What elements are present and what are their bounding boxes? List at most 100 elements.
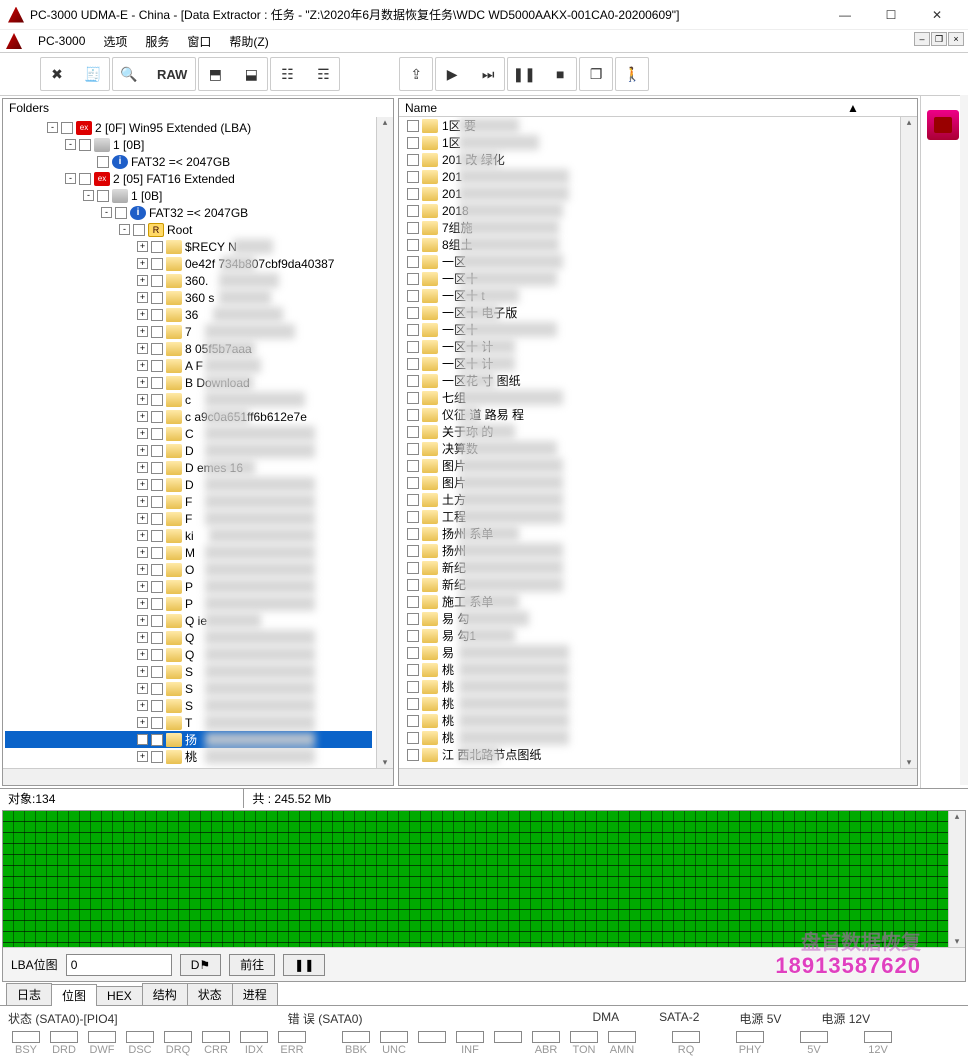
file-row[interactable]: 七组: [399, 389, 900, 406]
file-row[interactable]: 桃: [399, 661, 900, 678]
expand-toggle[interactable]: +: [137, 513, 148, 524]
file-checkbox[interactable]: [407, 647, 419, 659]
file-row[interactable]: 决算数: [399, 440, 900, 457]
tree-node[interactable]: +c a9c0a651ff6b612e7e: [5, 408, 372, 425]
expand-toggle[interactable]: -: [65, 173, 76, 184]
file-row[interactable]: 一区十 计: [399, 355, 900, 372]
menu-window[interactable]: 窗口: [179, 31, 219, 52]
file-checkbox[interactable]: [407, 749, 419, 761]
file-checkbox[interactable]: [407, 562, 419, 574]
db-icon-1[interactable]: ⬒: [203, 62, 227, 86]
expand-toggle[interactable]: +: [137, 394, 148, 405]
file-row[interactable]: 一区十 t: [399, 287, 900, 304]
tree-checkbox[interactable]: [151, 513, 163, 525]
file-row[interactable]: 201: [399, 168, 900, 185]
file-checkbox[interactable]: [407, 545, 419, 557]
expand-toggle[interactable]: +: [137, 666, 148, 677]
tree-checkbox[interactable]: [151, 377, 163, 389]
tree-node[interactable]: +ki: [5, 527, 372, 544]
copy-icon[interactable]: ❐: [584, 62, 608, 86]
file-checkbox[interactable]: [407, 715, 419, 727]
file-checkbox[interactable]: [407, 375, 419, 387]
file-checkbox[interactable]: [407, 324, 419, 336]
report-icon[interactable]: 🧾: [81, 62, 105, 86]
file-row[interactable]: 一区: [399, 253, 900, 270]
file-checkbox[interactable]: [407, 494, 419, 506]
file-row[interactable]: 仪征 道 路易 程: [399, 406, 900, 423]
tree-node[interactable]: -iFAT32 =< 2047GB: [5, 204, 372, 221]
pause-icon[interactable]: ❚❚: [512, 62, 536, 86]
file-row[interactable]: 桃: [399, 712, 900, 729]
expand-toggle[interactable]: +: [137, 258, 148, 269]
file-row[interactable]: 易 勾: [399, 610, 900, 627]
file-row[interactable]: 201: [399, 185, 900, 202]
file-checkbox[interactable]: [407, 477, 419, 489]
expand-toggle[interactable]: +: [137, 343, 148, 354]
file-checkbox[interactable]: [407, 171, 419, 183]
expand-toggle[interactable]: +: [137, 683, 148, 694]
file-checkbox[interactable]: [407, 596, 419, 608]
file-row[interactable]: 扬州 系单: [399, 525, 900, 542]
file-checkbox[interactable]: [407, 630, 419, 642]
expand-toggle[interactable]: +: [137, 462, 148, 473]
folder-tree[interactable]: -ex2 [0F] Win95 Extended (LBA)-1 [0B]iFA…: [3, 117, 376, 768]
tree-node[interactable]: +F: [5, 493, 372, 510]
file-checkbox[interactable]: [407, 290, 419, 302]
file-checkbox[interactable]: [407, 188, 419, 200]
tree-node[interactable]: iFAT32 =< 2047GB: [5, 153, 372, 170]
file-checkbox[interactable]: [407, 307, 419, 319]
file-checkbox[interactable]: [407, 256, 419, 268]
expand-toggle[interactable]: +: [137, 581, 148, 592]
sector-scrollbar[interactable]: [948, 811, 965, 947]
tree-node[interactable]: +Q: [5, 646, 372, 663]
file-checkbox[interactable]: [407, 681, 419, 693]
menu-services[interactable]: 服务: [137, 31, 177, 52]
tree-checkbox[interactable]: [151, 564, 163, 576]
db-icon-2[interactable]: ⬓: [239, 62, 263, 86]
file-checkbox[interactable]: [407, 443, 419, 455]
tree-checkbox[interactable]: [61, 122, 73, 134]
tree-node[interactable]: -ex2 [05] FAT16 Extended: [5, 170, 372, 187]
tree-checkbox[interactable]: [151, 309, 163, 321]
go-button[interactable]: 前往: [229, 954, 275, 976]
tree-node[interactable]: +桃: [5, 748, 372, 765]
tree-node[interactable]: +8 05f5b7aaa: [5, 340, 372, 357]
file-checkbox[interactable]: [407, 426, 419, 438]
file-checkbox[interactable]: [407, 664, 419, 676]
tree-scrollbar[interactable]: [376, 117, 393, 768]
tree-checkbox[interactable]: [151, 632, 163, 644]
file-checkbox[interactable]: [407, 239, 419, 251]
tree-checkbox[interactable]: [151, 734, 163, 746]
tree-checkbox[interactable]: [79, 173, 91, 185]
tree-checkbox[interactable]: [151, 411, 163, 423]
tab-结构[interactable]: 结构: [142, 983, 188, 1005]
tree-node[interactable]: +D emes 16: [5, 459, 372, 476]
file-row[interactable]: 一区十 电子版: [399, 304, 900, 321]
expand-toggle[interactable]: -: [101, 207, 112, 218]
tree-checkbox[interactable]: [151, 751, 163, 763]
tree-hscrollbar[interactable]: [3, 768, 393, 785]
tree-checkbox[interactable]: [151, 258, 163, 270]
raw-button[interactable]: RAW: [153, 62, 191, 86]
tree-checkbox[interactable]: [151, 717, 163, 729]
tree-checkbox[interactable]: [151, 292, 163, 304]
tree-checkbox[interactable]: [151, 581, 163, 593]
expand-toggle[interactable]: +: [137, 326, 148, 337]
expand-toggle[interactable]: +: [137, 428, 148, 439]
tree-checkbox[interactable]: [151, 547, 163, 559]
file-row[interactable]: 土方: [399, 491, 900, 508]
file-checkbox[interactable]: [407, 120, 419, 132]
tree-checkbox[interactable]: [151, 360, 163, 372]
tree-checkbox[interactable]: [151, 615, 163, 627]
file-row[interactable]: 易: [399, 644, 900, 661]
expand-toggle[interactable]: +: [137, 275, 148, 286]
tree-checkbox[interactable]: [151, 496, 163, 508]
exit-icon[interactable]: 🚶: [620, 62, 644, 86]
expand-toggle[interactable]: -: [65, 139, 76, 150]
database-icon[interactable]: [927, 110, 959, 140]
file-row[interactable]: 一区花 寸 图纸: [399, 372, 900, 389]
tree-node[interactable]: -1 [0B]: [5, 187, 372, 204]
play-icon[interactable]: ▶: [440, 62, 464, 86]
files-column-name[interactable]: Name▲: [399, 99, 917, 117]
file-checkbox[interactable]: [407, 222, 419, 234]
